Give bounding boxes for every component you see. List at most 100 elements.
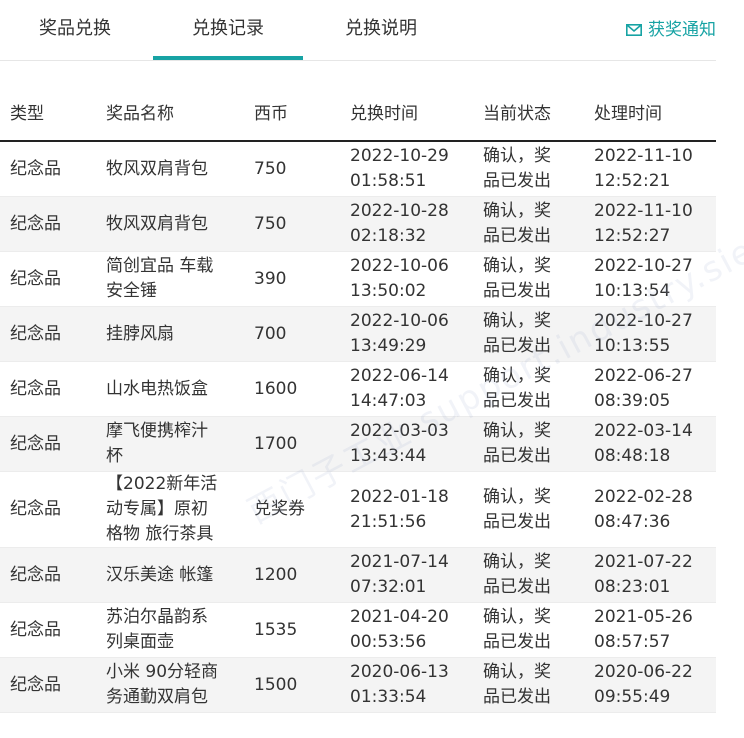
cell-prize-name-line: 挂脖风扇 <box>106 324 174 344</box>
table-row: 纪念品 摩飞便携榨汁杯 1700 2022-03-03 13:43:44 确认，奖品已发出… <box>0 417 716 472</box>
table-row: 纪念品 牧风双肩背包 750 2022-10-29 01:58:51 确认，奖 品已发出 20… <box>0 142 716 197</box>
cell-exchange-time-line: 2022-06-14 <box>350 366 449 386</box>
cell-prize-name: 汉乐美途 帐篷 <box>106 563 236 588</box>
cell-exchange-time: 2022-10-06 13:50:02 <box>350 254 470 304</box>
cell-prize-name-line: 列桌面壶 <box>106 632 174 652</box>
cell-exchange-time-line: 13:49:29 <box>350 336 427 356</box>
cell-exchange-time-line: 13:43:44 <box>350 446 427 466</box>
table-row: 纪念品 【2022新年活 动专属】原初 格物 旅行茶具 兑奖券 2022-01-18 21:… <box>0 472 716 548</box>
table-row: 纪念品 山水电热饭盒 1600 2022-06-14 14:47:03 确认，奖 品已发出 2… <box>0 362 716 417</box>
table-row: 纪念品 汉乐美途 帐篷 1200 2021-07-14 07:32:01 确认，奖 品已发出… <box>0 548 716 603</box>
cell-process-time: 2021-05-26 08:57:57 <box>594 605 714 655</box>
cell-status: 确认，奖 品已发出 <box>483 605 563 655</box>
cell-exchange-time-line: 2022-10-28 <box>350 201 449 221</box>
table-row: 纪念品 苏泊尔晶韵系 列桌面壶 1535 2021-04-20 00:53:56 确认，奖品… <box>0 603 716 658</box>
cell-exchange-time: 2021-04-20 00:53:56 <box>350 605 470 655</box>
header-exchange-time: 兑换时间 <box>350 104 418 124</box>
cell-process-time-line: 08:39:05 <box>594 391 671 411</box>
cell-coin-line: 1535 <box>254 620 298 640</box>
cell-prize-name: 【2022新年活 动专属】原初 格物 旅行茶具 <box>106 472 236 547</box>
cell-exchange-time: 2022-10-06 13:49:29 <box>350 309 470 359</box>
cell-exchange-time: 2022-10-29 01:58:51 <box>350 144 470 194</box>
cell-prize-name: 小米 90分轻商 务通勤双肩包 <box>106 660 236 710</box>
table-row: 纪念品 挂脖风扇 700 2022-10-06 13:49:29 确认，奖 品已发出 2022… <box>0 307 716 362</box>
cell-type: 纪念品 <box>10 322 61 347</box>
table-row: 纪念品 小米 90分轻商 务通勤双肩包 1500 2020-06-13 01:33:54 确… <box>0 658 716 713</box>
cell-coin-line: 1600 <box>254 379 298 399</box>
cell-status-line: 品已发出 <box>483 281 551 301</box>
cell-process-time: 2022-10-27 10:13:54 <box>594 254 714 304</box>
cell-status-line: 确认，奖 <box>483 662 551 682</box>
cell-status-line: 品已发出 <box>483 632 551 652</box>
cell-exchange-time: 2022-10-28 02:18:32 <box>350 199 470 249</box>
cell-status-line: 确认，奖 <box>483 552 551 572</box>
cell-process-time: 2021-07-22 08:23:01 <box>594 550 714 600</box>
cell-prize-name: 摩飞便携榨汁杯 <box>106 419 236 469</box>
cell-process-time-line: 10:13:54 <box>594 281 671 301</box>
tab-exchange-records[interactable]: 兑换记录 <box>153 0 303 60</box>
cell-coin-line: 390 <box>254 269 287 289</box>
table-header: 类型 奖品名称 西币 兑换时间 当前状态 处理时间 <box>0 82 716 142</box>
cell-type: 纪念品 <box>10 673 61 698</box>
tab-prize-exchange[interactable]: 奖品兑换 <box>0 0 150 58</box>
cell-exchange-time: 2021-07-14 07:32:01 <box>350 550 470 600</box>
award-notification-label: 获奖通知 <box>648 20 716 40</box>
cell-process-time-line: 2022-10-27 <box>594 256 693 276</box>
cell-status: 确认，奖品已发出 <box>483 550 563 600</box>
cell-exchange-time-line: 01:33:54 <box>350 687 427 707</box>
cell-type: 纪念品 <box>10 212 61 237</box>
table-body: 纪念品 牧风双肩背包 750 2022-10-29 01:58:51 确认，奖 品已发出 20… <box>0 142 716 713</box>
cell-status-line: 品已发出 <box>483 446 551 466</box>
cell-type: 纪念品 <box>10 432 61 457</box>
tab-bar: 奖品兑换 兑换记录 兑换说明 获奖通知 <box>0 0 716 61</box>
cell-prize-name-line: 务通勤双肩包 <box>106 687 208 707</box>
cell-status-line: 品已发出 <box>483 577 551 597</box>
cell-type-line: 纪念品 <box>10 269 61 289</box>
cell-type-line: 纪念品 <box>10 675 61 695</box>
award-notification-link[interactable]: 获奖通知 <box>626 18 716 42</box>
cell-status-line: 品已发出 <box>483 171 551 191</box>
cell-prize-name-line: 摩飞便携榨汁 <box>106 421 208 441</box>
cell-status: 确认，奖 品已发出 <box>483 144 563 194</box>
cell-exchange-time: 2022-03-03 13:43:44 <box>350 419 470 469</box>
cell-coin-line: 1700 <box>254 434 298 454</box>
cell-coin-line: 750 <box>254 159 287 179</box>
cell-process-time: 2020-06-22 09:55:49 <box>594 660 714 710</box>
header-process-time: 处理时间 <box>594 104 662 124</box>
cell-status-line: 确认，奖 <box>483 311 551 331</box>
cell-coin: 1535 <box>254 618 297 643</box>
cell-process-time-line: 2022-11-10 <box>594 146 693 166</box>
cell-prize-name-line: 【2022新年活 <box>106 474 218 494</box>
cell-exchange-time: 2022-06-14 14:47:03 <box>350 364 470 414</box>
cell-exchange-time: 2022-01-18 21:51:56 <box>350 485 470 535</box>
cell-exchange-time-line: 2021-07-14 <box>350 552 449 572</box>
mail-icon <box>626 24 642 36</box>
cell-exchange-time-line: 2021-04-20 <box>350 607 449 627</box>
cell-prize-name-line: 牧风双肩背包 <box>106 214 208 234</box>
cell-process-time: 2022-06-27 08:39:05 <box>594 364 714 414</box>
cell-coin: 1500 <box>254 673 297 698</box>
cell-exchange-time-line: 01:58:51 <box>350 171 427 191</box>
cell-exchange-time-line: 2022-10-06 <box>350 311 449 331</box>
cell-status: 确认，奖品已发出 <box>483 419 563 469</box>
cell-process-time-line: 2022-10-27 <box>594 311 693 331</box>
cell-process-time: 2022-02-28 08:47:36 <box>594 485 714 535</box>
cell-status-line: 确认，奖 <box>483 201 551 221</box>
cell-prize-name-line: 动专属】原初 <box>106 499 208 519</box>
exchange-records-table: 类型 奖品名称 西币 兑换时间 当前状态 处理时间 纪念品 牧风双肩背包 750 20… <box>0 82 716 713</box>
cell-process-time-line: 09:55:49 <box>594 687 671 707</box>
cell-exchange-time-line: 14:47:03 <box>350 391 427 411</box>
table-row: 纪念品 简创宜品 车载 安全锤 390 2022-10-06 13:50:02 确认，奖 品已… <box>0 252 716 307</box>
cell-status: 确认，奖品已发出 <box>483 660 563 710</box>
cell-process-time-line: 2021-07-22 <box>594 552 693 572</box>
cell-type: 纪念品 <box>10 497 61 522</box>
cell-status: 确认，奖 品已发出 <box>483 364 563 414</box>
cell-process-time: 2022-11-10 12:52:21 <box>594 144 714 194</box>
cell-process-time-line: 08:57:57 <box>594 632 671 652</box>
cell-status-line: 品已发出 <box>483 687 551 707</box>
tab-exchange-instructions[interactable]: 兑换说明 <box>306 0 456 58</box>
cell-prize-name: 苏泊尔晶韵系 列桌面壶 <box>106 605 236 655</box>
cell-status-line: 确认，奖 <box>483 421 551 441</box>
cell-status-line: 确认，奖 <box>483 487 551 507</box>
cell-status: 确认，奖 品已发出 <box>483 199 563 249</box>
